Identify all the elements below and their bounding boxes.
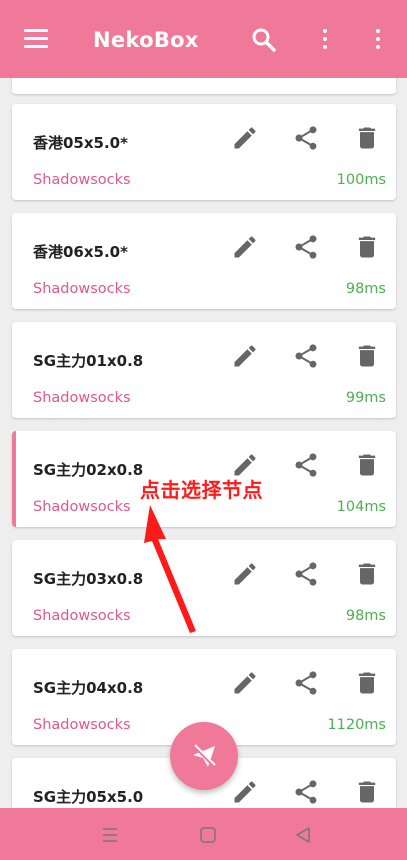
share-icon[interactable]	[292, 560, 320, 588]
more-vert-icon[interactable]	[374, 29, 382, 51]
edit-icon[interactable]	[231, 233, 259, 261]
home-icon[interactable]	[199, 826, 217, 844]
app-bar: NekoBox	[0, 0, 407, 78]
edit-icon[interactable]	[231, 669, 259, 697]
profile-name: SG主力03x0.8	[33, 570, 144, 588]
profile-name: 香港05x5.0*	[33, 134, 128, 152]
profile-protocol: Shadowsocks	[33, 717, 131, 733]
delete-icon[interactable]	[353, 669, 381, 697]
share-icon[interactable]	[292, 778, 320, 806]
edit-icon[interactable]	[231, 778, 259, 806]
profile-card-partial[interactable]	[12, 78, 396, 94]
profile-list[interactable]: 香港05x5.0* Shadowsocks 100ms 香港06x5.0* Sh…	[0, 78, 407, 808]
app-title: NekoBox	[93, 28, 199, 52]
profile-protocol: Shadowsocks	[33, 499, 131, 515]
delete-icon[interactable]	[353, 124, 381, 152]
profile-protocol: Shadowsocks	[33, 608, 131, 624]
profile-protocol: Shadowsocks	[33, 172, 131, 188]
profile-card[interactable]: SG主力01x0.8 Shadowsocks 99ms	[12, 322, 396, 418]
edit-icon[interactable]	[231, 124, 259, 152]
profile-name: SG主力01x0.8	[33, 352, 144, 370]
system-nav-bar	[0, 808, 407, 860]
annotation-text: 点击选择节点	[140, 478, 263, 502]
profile-name: SG主力05x5.0	[33, 788, 144, 806]
edit-icon[interactable]	[231, 342, 259, 370]
profile-latency: 99ms	[345, 390, 386, 406]
paper-plane-off-icon	[192, 744, 216, 768]
more-vert-icon[interactable]	[321, 29, 329, 51]
connect-fab[interactable]	[170, 722, 238, 790]
profile-latency: 104ms	[336, 499, 386, 515]
profile-card[interactable]: 香港05x5.0* Shadowsocks 100ms	[12, 104, 396, 200]
share-icon[interactable]	[292, 342, 320, 370]
profile-latency: 100ms	[336, 172, 386, 188]
share-icon[interactable]	[292, 124, 320, 152]
delete-icon[interactable]	[353, 342, 381, 370]
delete-icon[interactable]	[353, 451, 381, 479]
share-icon[interactable]	[292, 669, 320, 697]
profile-latency: 98ms	[345, 281, 386, 297]
annotation-arrow-icon	[144, 505, 196, 633]
profile-latency: 98ms	[345, 608, 386, 624]
share-icon[interactable]	[292, 451, 320, 479]
profile-card[interactable]: 香港06x5.0* Shadowsocks 98ms	[12, 213, 396, 309]
delete-icon[interactable]	[353, 778, 381, 806]
profile-name: 香港06x5.0*	[33, 243, 128, 261]
search-icon[interactable]	[251, 27, 277, 53]
delete-icon[interactable]	[353, 560, 381, 588]
profile-name: SG主力02x0.8	[33, 461, 144, 479]
profile-protocol: Shadowsocks	[33, 281, 131, 297]
profile-protocol: Shadowsocks	[33, 390, 131, 406]
edit-icon[interactable]	[231, 560, 259, 588]
back-icon[interactable]	[294, 826, 312, 844]
profile-name: SG主力04x0.8	[33, 679, 144, 697]
delete-icon[interactable]	[353, 233, 381, 261]
profile-latency: 1120ms	[327, 717, 386, 733]
share-icon[interactable]	[292, 233, 320, 261]
menu-icon[interactable]	[24, 29, 50, 49]
recent-apps-icon[interactable]	[101, 826, 119, 844]
